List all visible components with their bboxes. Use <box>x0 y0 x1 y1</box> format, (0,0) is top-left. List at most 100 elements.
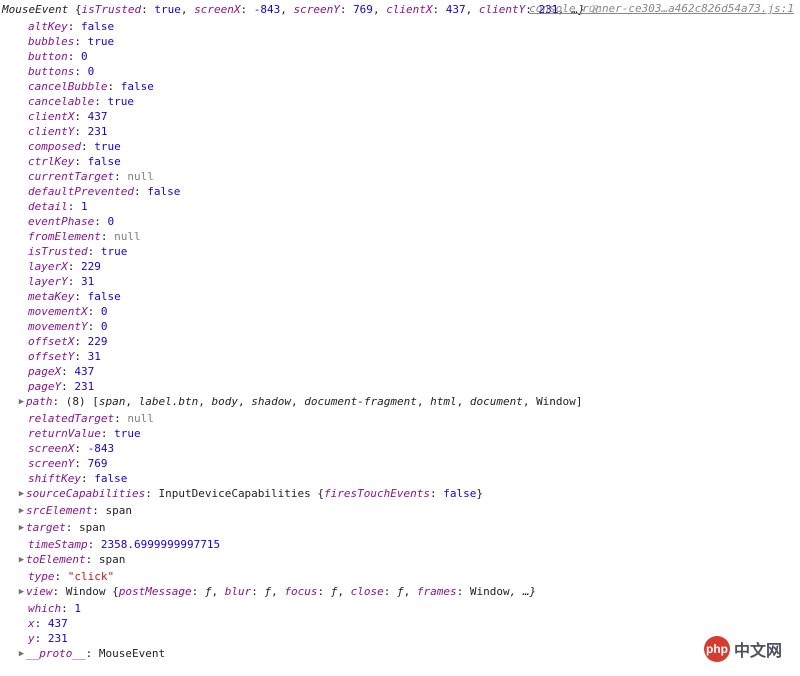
property-row[interactable]: pageX: 437 <box>0 364 800 379</box>
property-row[interactable]: bubbles: true <box>0 34 800 49</box>
property-row[interactable]: ▶view: Window {postMessage: ƒ, blur: ƒ, … <box>0 584 800 601</box>
summary-value: 769 <box>353 3 373 16</box>
property-row[interactable]: cancelable: true <box>0 94 800 109</box>
disclosure-right-icon[interactable]: ▶ <box>17 395 26 410</box>
property-row[interactable]: screenY: 769 <box>0 456 800 471</box>
property-key: metaKey <box>28 290 74 303</box>
property-value: 1 <box>81 200 88 213</box>
property-value: true <box>114 427 141 440</box>
property-key: bubbles <box>28 35 74 48</box>
property-row[interactable]: clientY: 231 <box>0 124 800 139</box>
property-row[interactable]: shiftKey: false <box>0 471 800 486</box>
property-row[interactable]: eventPhase: 0 <box>0 214 800 229</box>
property-key: screenY <box>28 457 74 470</box>
property-key: toElement <box>26 553 86 566</box>
path-item: body <box>211 395 238 408</box>
property-key: layerX <box>28 260 68 273</box>
property-row[interactable]: layerX: 229 <box>0 259 800 274</box>
property-row[interactable]: currentTarget: null <box>0 169 800 184</box>
property-key: pageY <box>28 380 61 393</box>
property-row[interactable]: screenX: -843 <box>0 441 800 456</box>
property-row[interactable]: ▶sourceCapabilities: InputDeviceCapabili… <box>0 486 800 503</box>
property-key: __proto__ <box>26 647 86 660</box>
property-key: timeStamp <box>28 538 88 551</box>
disclosure-right-icon[interactable]: ▶ <box>17 504 26 519</box>
property-key: which <box>28 602 61 615</box>
property-value: MouseEvent <box>99 647 165 660</box>
watermark-text: 中文网 <box>734 637 782 661</box>
property-key: buttons <box>28 65 74 78</box>
property-value: 0 <box>101 320 108 333</box>
property-key: cancelBubble <box>28 80 107 93</box>
property-key: view <box>26 585 53 598</box>
property-row[interactable]: isTrusted: true <box>0 244 800 259</box>
property-key: isTrusted <box>28 245 88 258</box>
property-value: 0 <box>107 215 114 228</box>
property-row[interactable]: cancelBubble: false <box>0 79 800 94</box>
property-row[interactable]: ▶srcElement: span <box>0 503 800 520</box>
property-key: srcElement <box>26 504 92 517</box>
property-row[interactable]: defaultPrevented: false <box>0 184 800 199</box>
property-row[interactable]: x: 437 <box>0 616 800 631</box>
property-row[interactable]: composed: true <box>0 139 800 154</box>
property-row[interactable]: layerY: 31 <box>0 274 800 289</box>
property-row[interactable]: detail: 1 <box>0 199 800 214</box>
property-row[interactable]: movementX: 0 <box>0 304 800 319</box>
property-value: 1 <box>74 602 81 615</box>
property-value: false <box>121 80 154 93</box>
property-value: false <box>147 185 180 198</box>
property-row[interactable]: ▶__proto__: MouseEvent <box>0 646 800 663</box>
disclosure-right-icon[interactable]: ▶ <box>17 585 26 600</box>
property-value: 2358.6999999997715 <box>101 538 220 551</box>
class-name: MouseEvent <box>2 3 75 16</box>
watermark-badge: php <box>704 636 730 662</box>
property-key: x <box>28 617 35 630</box>
disclosure-right-icon[interactable]: ▶ <box>17 553 26 568</box>
summary-key: clientY <box>479 3 525 16</box>
property-row[interactable]: movementY: 0 <box>0 319 800 334</box>
property-row[interactable]: metaKey: false <box>0 289 800 304</box>
property-value: false <box>88 155 121 168</box>
property-row[interactable]: ctrlKey: false <box>0 154 800 169</box>
property-value: span <box>105 504 132 517</box>
property-key: cancelable <box>28 95 94 108</box>
summary-key: screenY <box>293 3 339 16</box>
property-row[interactable]: relatedTarget: null <box>0 411 800 426</box>
property-key: clientY <box>28 125 74 138</box>
path-item: Window <box>536 395 576 408</box>
path-item: document <box>470 395 523 408</box>
property-row[interactable]: timeStamp: 2358.6999999997715 <box>0 537 800 552</box>
property-row[interactable]: altKey: false <box>0 19 800 34</box>
property-row[interactable]: pageY: 231 <box>0 379 800 394</box>
property-row[interactable]: ▶target: span <box>0 520 800 537</box>
disclosure-down-icon[interactable]: ▼ <box>0 3 2 18</box>
property-row[interactable]: ▶toElement: span <box>0 552 800 569</box>
property-row[interactable]: returnValue: true <box>0 426 800 441</box>
summary-value: true <box>154 3 181 16</box>
info-icon <box>589 3 601 13</box>
disclosure-right-icon[interactable]: ▶ <box>17 521 26 536</box>
disclosure-right-icon[interactable]: ▶ <box>17 487 26 502</box>
property-row[interactable]: fromElement: null <box>0 229 800 244</box>
property-key: path <box>26 395 53 408</box>
property-value: 437 <box>88 110 108 123</box>
property-row[interactable]: which: 1 <box>0 601 800 616</box>
property-row[interactable]: offsetX: 229 <box>0 334 800 349</box>
property-row[interactable]: ▶path: (8) [span, label.btn, body, shado… <box>0 394 800 411</box>
watermark: php 中文网 <box>704 636 782 662</box>
property-row[interactable]: type: "click" <box>0 569 800 584</box>
property-row[interactable]: y: 231 <box>0 631 800 646</box>
summary-value: -843 <box>254 3 281 16</box>
property-key: layerY <box>28 275 68 288</box>
property-row[interactable]: clientX: 437 <box>0 109 800 124</box>
property-value: "click" <box>68 570 114 583</box>
property-row[interactable]: offsetY: 31 <box>0 349 800 364</box>
property-key: movementY <box>28 320 88 333</box>
property-value: 0 <box>101 305 108 318</box>
property-value: 31 <box>81 275 94 288</box>
property-row[interactable]: buttons: 0 <box>0 64 800 79</box>
source-link[interactable]: console runner-ce303…a462c826d54a73.js:1 <box>529 1 794 16</box>
disclosure-right-icon[interactable]: ▶ <box>17 647 26 662</box>
property-row[interactable]: button: 0 <box>0 49 800 64</box>
property-value: 229 <box>88 335 108 348</box>
